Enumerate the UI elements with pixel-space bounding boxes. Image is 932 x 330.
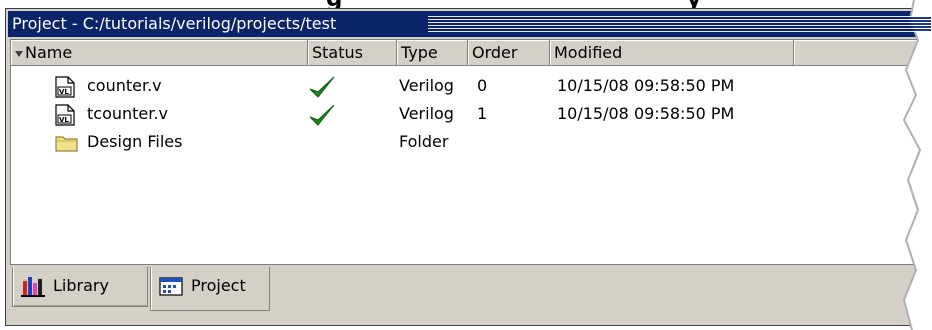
column-header: Name Status Type Order Modified — [11, 40, 921, 66]
tab-label: Library — [53, 276, 109, 295]
column-header-label: Name — [25, 43, 73, 62]
window-title: Project - C:/tutorials/verilog/projects/… — [12, 14, 343, 33]
tab-label: Project — [191, 276, 246, 295]
torn-edge — [902, 0, 932, 330]
list-item[interactable]: VL counter.v Verilog 0 10/15/08 09:58:50… — [11, 72, 921, 100]
clipped-heading-part: g — [0, 0, 342, 8]
file-type: Verilog — [399, 104, 454, 123]
checkmark-icon — [309, 76, 335, 98]
screenshot-frame: gy Project - C:/tutorials/verilog/projec… — [0, 0, 932, 330]
library-icon — [21, 277, 45, 297]
clipped-heading-part: y — [472, 0, 701, 8]
file-name: counter.v — [87, 76, 162, 95]
tab-library[interactable]: Library — [12, 267, 148, 307]
list-item[interactable]: VL tcounter.v Verilog 1 10/15/08 09:58:5… — [11, 100, 921, 128]
checkmark-icon — [309, 104, 335, 126]
column-header-name[interactable]: Name — [11, 40, 308, 66]
file-name: tcounter.v — [87, 104, 168, 123]
column-header-modified[interactable]: Modified — [550, 40, 794, 66]
project-window: Project - C:/tutorials/verilog/projects/… — [5, 8, 932, 326]
sort-arrow-icon — [15, 50, 23, 57]
file-order: 0 — [477, 76, 488, 95]
clipped-heading: gy — [0, 0, 701, 8]
folder-icon — [55, 136, 78, 152]
column-header-order[interactable]: Order — [468, 40, 550, 66]
project-icon — [159, 277, 183, 296]
column-header-label: Modified — [554, 43, 623, 62]
file-modified: 10/15/08 09:58:50 PM — [557, 76, 735, 95]
file-modified: 10/15/08 09:58:50 PM — [557, 104, 735, 123]
verilog-file-icon: VL — [55, 76, 75, 98]
column-header-status[interactable]: Status — [308, 40, 397, 66]
column-header-label: Status — [312, 43, 363, 62]
list-item[interactable]: Design Files Folder — [11, 128, 921, 156]
svg-text:VL: VL — [59, 88, 69, 96]
project-file-list: Name Status Type Order Modified VL count… — [10, 39, 922, 265]
tab-project[interactable]: Project — [150, 267, 270, 311]
column-header-type[interactable]: Type — [397, 40, 468, 66]
column-header-label: Type — [401, 43, 438, 62]
svg-text:VL: VL — [59, 116, 69, 124]
window-titlebar[interactable]: Project - C:/tutorials/verilog/projects/… — [8, 11, 931, 37]
column-header-label: Order — [472, 43, 518, 62]
tab-bar: Library Project — [10, 267, 922, 317]
folder-name: Design Files — [87, 132, 183, 151]
file-order: 1 — [477, 104, 488, 123]
titlebar-grip[interactable] — [428, 16, 931, 32]
file-type: Folder — [399, 132, 449, 151]
file-type: Verilog — [399, 76, 454, 95]
verilog-file-icon: VL — [55, 104, 75, 126]
